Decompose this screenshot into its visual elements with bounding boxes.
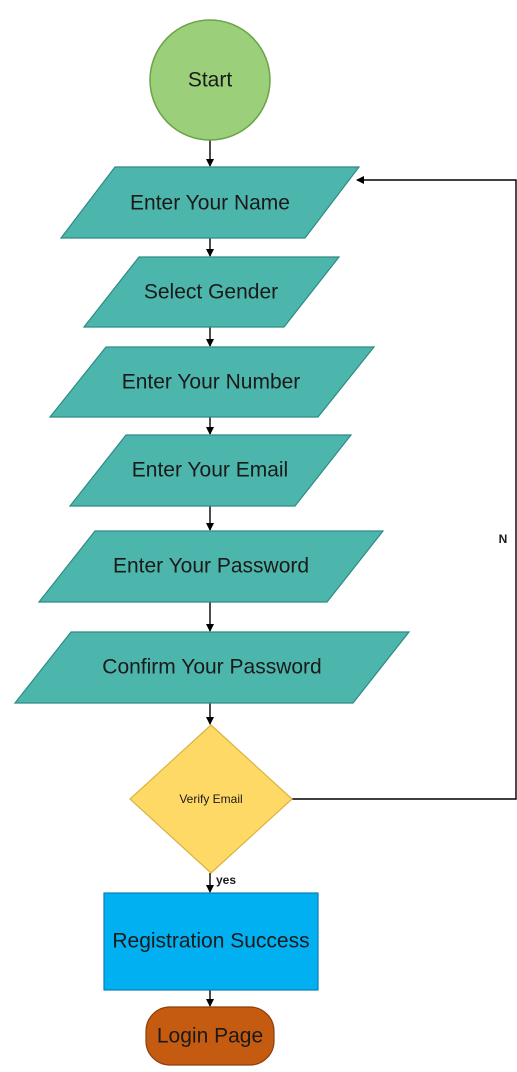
enter-name-node: Enter Your Name (59, 166, 361, 239)
enter-email-node: Enter Your Email (68, 434, 353, 507)
enter-name-label: Enter Your Name (130, 192, 290, 215)
start-node: Start (149, 19, 271, 141)
select-gender-label: Select Gender (144, 281, 278, 304)
enter-email-label: Enter Your Email (132, 459, 288, 482)
enter-number-node: Enter Your Number (48, 346, 376, 418)
verify-email-node: Verify Email (129, 724, 293, 874)
verify-email-label: Verify Email (179, 792, 242, 806)
registration-flowchart: Start Enter Your Name Select Gender Ente… (13, 19, 517, 1066)
enter-number-label: Enter Your Number (122, 371, 301, 394)
enter-password-label: Enter Your Password (113, 555, 309, 578)
confirm-password-label: Confirm Your Password (102, 656, 321, 679)
yes-edge-label: yes (216, 873, 236, 887)
select-gender-node: Select Gender (82, 256, 341, 328)
no-edge-label: N (499, 532, 508, 546)
enter-password-node: Enter Your Password (37, 530, 385, 603)
login-page-label: Login Page (157, 1025, 263, 1048)
start-label: Start (188, 69, 233, 92)
confirm-password-node: Confirm Your Password (13, 631, 411, 704)
login-page-node: Login Page (145, 1006, 275, 1066)
registration-success-node: Registration Success (103, 892, 319, 991)
registration-success-label: Registration Success (112, 930, 309, 953)
